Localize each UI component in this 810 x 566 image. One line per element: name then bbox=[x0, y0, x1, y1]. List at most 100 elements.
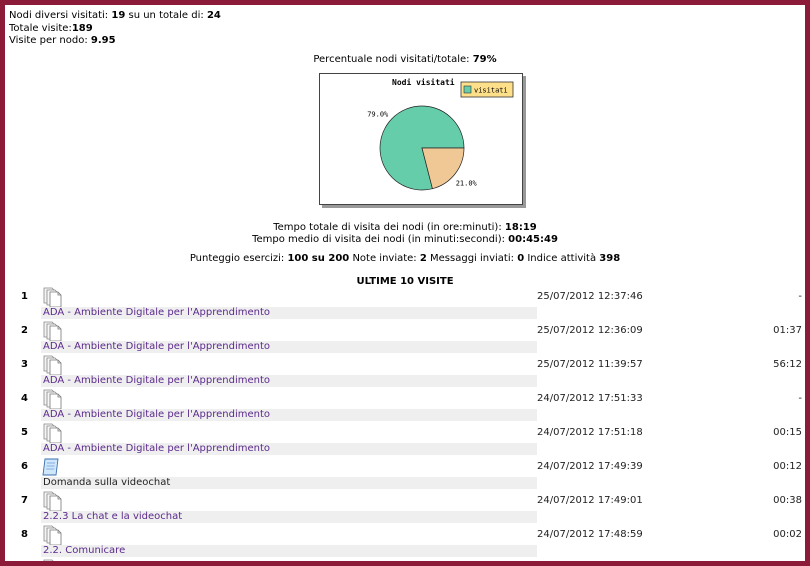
node-link[interactable]: 2.2.3 La chat e la videochat bbox=[41, 511, 537, 523]
visits-per-node-line: Visite per nodo: 9.95 bbox=[9, 35, 221, 48]
node-icon-wrap bbox=[41, 355, 537, 376]
note-icon[interactable] bbox=[41, 457, 63, 477]
node-title: Domanda sulla videochat bbox=[41, 477, 537, 489]
chart-title: Nodi visitati bbox=[392, 77, 455, 87]
nodes-visited-label: Nodi diversi visitati: bbox=[9, 10, 109, 21]
exercises-label: Punteggio esercizi: bbox=[189, 253, 285, 264]
visit-row: 9 24/07/2012 17:48:5500:04 bbox=[5, 559, 805, 561]
node-link[interactable]: ADA - Ambiente Digitale per l'Apprendime… bbox=[41, 443, 537, 455]
node-link[interactable]: ADA - Ambiente Digitale per l'Apprendime… bbox=[41, 375, 537, 387]
node-link[interactable]: ADA - Ambiente Digitale per l'Apprendime… bbox=[41, 409, 537, 421]
visit-node-cell: 2.2. Comunicare bbox=[41, 525, 537, 557]
node-icon-wrap bbox=[41, 423, 537, 444]
visit-duration: - bbox=[798, 393, 802, 404]
messages-label: Messaggi inviati: bbox=[430, 253, 515, 264]
pie-data-label: 21.0% bbox=[456, 179, 478, 187]
legend-swatch-visitati bbox=[463, 85, 472, 94]
pie-data-label: 79.0% bbox=[367, 111, 389, 119]
document-pages-icon[interactable] bbox=[41, 321, 63, 342]
visits-table: 1 ADA - Ambiente Digitale per l'Apprendim… bbox=[5, 287, 805, 561]
exercises-value: 100 su 200 bbox=[287, 253, 350, 264]
node-icon-wrap bbox=[41, 287, 537, 308]
visits-per-node-label: Visite per nodo: bbox=[9, 35, 88, 46]
visit-duration: 01:37 bbox=[773, 325, 802, 336]
visit-row: 5 ADA - Ambiente Digitale per l'Apprendim… bbox=[5, 423, 805, 455]
visit-number: 2 bbox=[21, 325, 28, 336]
avg-time-value: 00:45:49 bbox=[508, 234, 558, 245]
visit-date: 24/07/2012 17:51:18 bbox=[537, 427, 643, 438]
node-link[interactable]: ADA - Ambiente Digitale per l'Apprendime… bbox=[41, 307, 537, 319]
total-time-label: Tempo totale di visita dei nodi (in ore:… bbox=[273, 222, 502, 233]
node-icon-wrap bbox=[41, 321, 537, 342]
activity-value: 398 bbox=[599, 253, 621, 264]
visits-per-node-value: 9.95 bbox=[90, 35, 116, 46]
visit-number: 1 bbox=[21, 291, 28, 302]
visit-date: 25/07/2012 11:39:57 bbox=[537, 359, 643, 370]
nodes-total-value: 24 bbox=[206, 10, 221, 21]
percent-line: Percentuale nodi visitati/totale: 79% bbox=[5, 54, 805, 66]
visit-stats: Nodi diversi visitati: 19 su un totale d… bbox=[9, 10, 221, 48]
nodes-visited-line: Nodi diversi visitati: 19 su un totale d… bbox=[9, 10, 221, 23]
document-pages-icon[interactable] bbox=[41, 525, 63, 546]
visit-node-cell: ADA - Ambiente Digitale per l'Apprendime… bbox=[41, 423, 537, 455]
visit-duration: 00:38 bbox=[773, 495, 802, 506]
visit-row: 6 Domanda sulla videochat 24/07/2012 17:49… bbox=[5, 457, 805, 489]
visit-date: 24/07/2012 17:51:33 bbox=[537, 393, 643, 404]
node-icon-wrap bbox=[41, 525, 537, 546]
visit-number: 6 bbox=[21, 461, 28, 472]
visit-number: 3 bbox=[21, 359, 28, 370]
visit-duration: 00:12 bbox=[773, 461, 802, 472]
total-time-line: Tempo totale di visita dei nodi (in ore:… bbox=[5, 222, 805, 234]
document-pages-icon[interactable] bbox=[41, 355, 63, 376]
pie-chart: Nodi visitati visitati 79.0% 21.0% bbox=[319, 73, 523, 205]
pie-chart-svg: Nodi visitati visitati 79.0% 21.0% bbox=[367, 77, 514, 191]
visit-date: 25/07/2012 12:37:46 bbox=[537, 291, 643, 302]
node-link[interactable]: ADA - Ambiente Digitale per l'Apprendime… bbox=[41, 341, 537, 353]
document-pages-icon[interactable] bbox=[41, 423, 63, 444]
document-pages-icon[interactable] bbox=[41, 559, 63, 561]
document-pages-icon[interactable] bbox=[41, 491, 63, 512]
visit-duration: 00:04 bbox=[737, 559, 805, 561]
document-pages-icon[interactable] bbox=[41, 389, 63, 410]
visit-row: 4 ADA - Ambiente Digitale per l'Apprendim… bbox=[5, 389, 805, 421]
visits-table-body: 1 ADA - Ambiente Digitale per l'Apprendim… bbox=[5, 287, 805, 561]
visit-date: 24/07/2012 17:48:55 bbox=[537, 559, 737, 561]
node-icon-wrap bbox=[41, 389, 537, 410]
visit-node-cell: 2.2.3 La chat e la videochat bbox=[41, 491, 537, 523]
visit-date: 24/07/2012 17:48:59 bbox=[537, 529, 643, 540]
visit-node-cell: ADA - Ambiente Digitale per l'Apprendime… bbox=[41, 287, 537, 319]
node-icon-wrap bbox=[41, 559, 537, 561]
visit-node-cell: ADA - Ambiente Digitale per l'Apprendime… bbox=[41, 355, 537, 387]
visit-row: 7 2.2.3 La chat e la videochat 24/07/2012 … bbox=[5, 491, 805, 523]
node-icon-wrap bbox=[41, 457, 537, 477]
visit-row: 1 ADA - Ambiente Digitale per l'Apprendim… bbox=[5, 287, 805, 319]
visit-number: 7 bbox=[21, 495, 28, 506]
visit-duration: 56:12 bbox=[773, 359, 802, 370]
activity-label: Indice attività bbox=[527, 253, 597, 264]
percent-value: 79% bbox=[472, 54, 497, 65]
pie-slices bbox=[379, 105, 465, 191]
node-icon-wrap bbox=[41, 491, 537, 512]
chart-legend: visitati bbox=[460, 81, 514, 98]
percent-label: Percentuale nodi visitati/totale: bbox=[313, 54, 470, 65]
visit-number: 5 bbox=[21, 427, 28, 438]
visit-duration: 00:15 bbox=[773, 427, 802, 438]
visit-row: 2 ADA - Ambiente Digitale per l'Apprendim… bbox=[5, 321, 805, 353]
total-time-value: 18:19 bbox=[504, 222, 537, 233]
total-visits-value: 189 bbox=[71, 22, 93, 34]
node-link[interactable]: 2.2. Comunicare bbox=[41, 545, 537, 557]
visit-node-cell: ADA - Ambiente Digitale per l'Apprendime… bbox=[41, 321, 537, 353]
legend-label-visitati: visitati bbox=[474, 87, 508, 95]
visit-duration: 00:02 bbox=[773, 529, 802, 540]
avg-time-label: Tempo medio di visita dei nodi (in minut… bbox=[252, 234, 505, 245]
visit-duration: - bbox=[798, 291, 802, 302]
visit-number: 8 bbox=[21, 529, 28, 540]
total-visits-label: Totale visite: bbox=[9, 22, 72, 34]
notes-label: Note inviate: bbox=[352, 253, 417, 264]
document-pages-icon[interactable] bbox=[41, 287, 63, 308]
visit-node-cell bbox=[41, 559, 537, 561]
visit-row: 8 2.2. Comunicare 24/07/2012 17:48:59 00:02 bbox=[5, 525, 805, 557]
visit-number: 9 bbox=[5, 559, 41, 561]
messages-value: 0 bbox=[517, 253, 525, 264]
nodes-total-label: su un totale di: bbox=[128, 10, 204, 21]
